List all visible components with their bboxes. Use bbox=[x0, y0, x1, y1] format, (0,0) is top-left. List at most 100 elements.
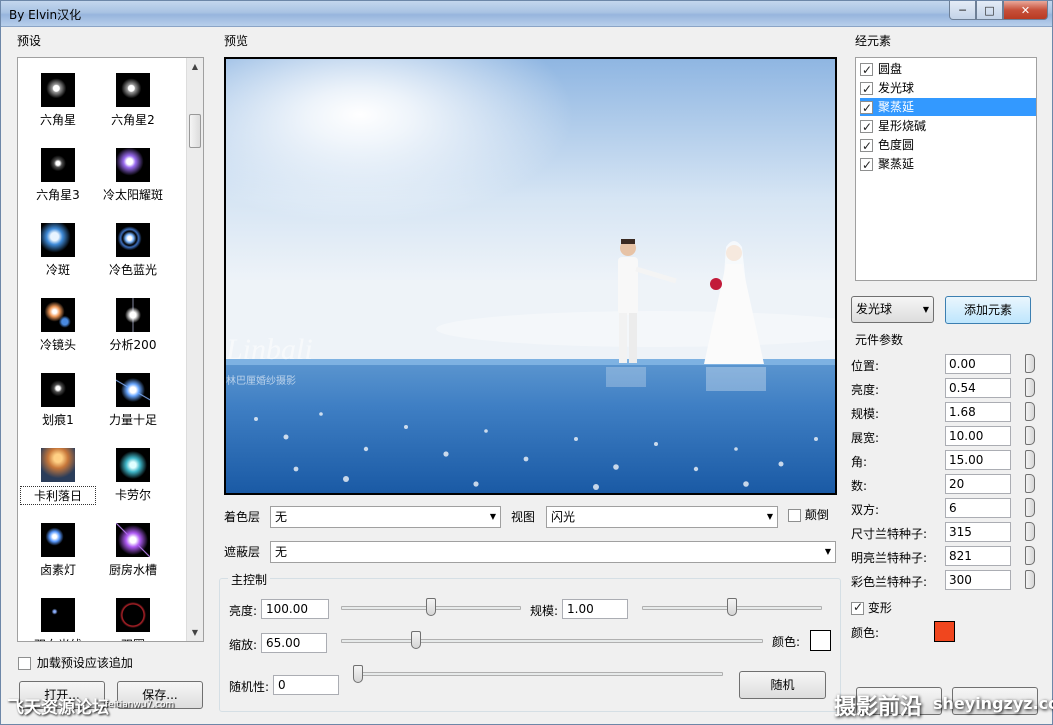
param-input[interactable]: 20 bbox=[945, 474, 1011, 494]
element-checkbox[interactable] bbox=[860, 156, 873, 174]
param-input[interactable]: 821 bbox=[945, 546, 1011, 566]
scroll-thumb[interactable] bbox=[189, 114, 201, 148]
append-preset-checkbox[interactable] bbox=[18, 657, 31, 670]
param-slider-thumb[interactable] bbox=[1025, 426, 1035, 445]
scale-input[interactable]: 1.00 bbox=[562, 599, 628, 619]
preset-label: 六角星 bbox=[39, 113, 76, 127]
zoom-slider-track[interactable] bbox=[341, 639, 763, 643]
random-button[interactable]: 随机 bbox=[739, 671, 826, 699]
preset-item[interactable]: 六角星3 bbox=[20, 133, 96, 203]
element-item[interactable]: 色度圆 bbox=[860, 136, 1036, 155]
close-button[interactable]: ✕ bbox=[1003, 1, 1048, 20]
append-preset-option[interactable]: 加载预设应该追加 bbox=[18, 654, 133, 671]
preview-image[interactable]: Linbali 林巴厘婚纱摄影 bbox=[224, 57, 837, 495]
watermark-left: 飞天资源论坛 bbox=[7, 698, 109, 718]
param-label: 尺寸兰特种子: bbox=[851, 527, 928, 541]
randomness-slider-thumb[interactable] bbox=[353, 665, 363, 683]
param-input[interactable]: 0.54 bbox=[945, 378, 1011, 398]
presets-list[interactable]: 六角星 六角星2 六角星3 冷太阳耀斑 冷斑 冷色蓝光 冷镜头 分析200 划痕1 力量十足 卡利落… bbox=[17, 57, 204, 642]
preset-item[interactable]: 冷镜头 bbox=[20, 283, 96, 353]
preset-item[interactable]: 冷太阳耀斑 bbox=[95, 133, 171, 203]
param-slider-thumb[interactable] bbox=[1025, 378, 1035, 397]
zoom-slider-thumb[interactable] bbox=[411, 631, 422, 649]
param-input[interactable]: 15.00 bbox=[945, 450, 1011, 470]
main-color-swatch[interactable] bbox=[810, 630, 831, 651]
maximize-button[interactable]: □ bbox=[976, 1, 1003, 20]
preset-item[interactable]: 双圈 bbox=[95, 583, 171, 641]
param-slider-thumb[interactable] bbox=[1025, 498, 1035, 517]
scale-slider-thumb[interactable] bbox=[727, 598, 737, 616]
preset-label: 六角星2 bbox=[111, 113, 155, 127]
invert-checkbox[interactable] bbox=[788, 509, 801, 522]
mask-layer-select[interactable]: 无 ▼ bbox=[270, 541, 836, 563]
preset-item[interactable]: 力量十足 bbox=[95, 358, 171, 428]
element-checkbox[interactable] bbox=[860, 137, 873, 155]
element-item[interactable]: 圆盘 bbox=[860, 60, 1036, 79]
element-label: 聚蒸延 bbox=[878, 157, 915, 171]
element-label: 星形烧碱 bbox=[878, 119, 927, 133]
invert-label: 颠倒 bbox=[804, 508, 829, 522]
preset-item[interactable]: 六角星 bbox=[20, 58, 96, 128]
param-label: 亮度: bbox=[851, 383, 880, 397]
element-item[interactable]: 发光球 bbox=[860, 79, 1036, 98]
param-slider-thumb[interactable] bbox=[1025, 402, 1035, 421]
element-item[interactable]: 聚蒸延 bbox=[860, 98, 1036, 117]
scroll-up-icon[interactable]: ▲ bbox=[187, 58, 203, 75]
param-input[interactable]: 315 bbox=[945, 522, 1011, 542]
watermark-left-url: feitianwu7.com bbox=[105, 700, 175, 710]
preset-item[interactable]: 冷色蓝光 bbox=[95, 208, 171, 278]
view-select[interactable]: 闪光 ▼ bbox=[546, 506, 778, 528]
param-slider-thumb[interactable] bbox=[1025, 570, 1035, 589]
element-checkbox[interactable] bbox=[860, 61, 873, 79]
preset-item[interactable]: 六角星2 bbox=[95, 58, 171, 128]
param-row: 规模: 1.68 bbox=[851, 402, 1046, 424]
element-checkbox[interactable] bbox=[860, 118, 873, 136]
element-item[interactable]: 星形烧碱 bbox=[860, 117, 1036, 136]
zoom-input[interactable]: 65.00 bbox=[261, 633, 327, 653]
add-element-button[interactable]: 添加元素 bbox=[945, 296, 1031, 324]
preset-item[interactable]: 双向光线 bbox=[20, 583, 96, 641]
param-row: 明亮兰特种子: 821 bbox=[851, 546, 1046, 568]
param-slider-thumb[interactable] bbox=[1025, 474, 1035, 493]
param-input[interactable]: 300 bbox=[945, 570, 1011, 590]
preset-item[interactable]: 分析200 bbox=[95, 283, 171, 353]
element-checkbox[interactable] bbox=[860, 99, 873, 117]
view-value: 闪光 bbox=[551, 510, 576, 524]
param-slider-thumb[interactable] bbox=[1025, 354, 1035, 373]
brightness-input[interactable]: 100.00 bbox=[261, 599, 329, 619]
param-input[interactable]: 0.00 bbox=[945, 354, 1011, 374]
elements-list[interactable]: 圆盘发光球聚蒸延星形烧碱色度圆聚蒸延 bbox=[855, 57, 1037, 281]
minimize-button[interactable]: ─ bbox=[949, 1, 976, 20]
transform-checkbox[interactable] bbox=[851, 600, 864, 615]
transform-option[interactable]: 变形 bbox=[851, 599, 892, 616]
preset-item[interactable]: 卡劳尔 bbox=[95, 433, 171, 503]
param-input[interactable]: 6 bbox=[945, 498, 1011, 518]
preset-item[interactable]: 卤素灯 bbox=[20, 508, 96, 578]
color-layer-select[interactable]: 无 ▼ bbox=[270, 506, 501, 528]
element-checkbox[interactable] bbox=[860, 80, 873, 98]
param-input[interactable]: 1.68 bbox=[945, 402, 1011, 422]
randomness-slider-track[interactable] bbox=[353, 672, 723, 676]
param-row: 双方: 6 bbox=[851, 498, 1046, 520]
param-slider-thumb[interactable] bbox=[1025, 546, 1035, 565]
preset-item[interactable]: 划痕1 bbox=[20, 358, 96, 428]
params-title: 元件参数 bbox=[855, 333, 904, 347]
preset-item[interactable]: 厨房水槽 bbox=[95, 508, 171, 578]
dropdown-arrow-icon: ▼ bbox=[824, 547, 831, 556]
preset-item[interactable]: 卡利落日 bbox=[20, 433, 96, 505]
presets-scrollbar[interactable]: ▲ ▼ bbox=[186, 58, 203, 641]
param-input[interactable]: 10.00 bbox=[945, 426, 1011, 446]
param-slider-thumb[interactable] bbox=[1025, 450, 1035, 469]
element-item[interactable]: 聚蒸延 bbox=[860, 155, 1036, 174]
brightness-slider-thumb[interactable] bbox=[426, 598, 436, 616]
element-type-select[interactable]: 发光球 ▼ bbox=[851, 296, 934, 323]
preset-label: 冷色蓝光 bbox=[108, 263, 157, 277]
element-label: 圆盘 bbox=[878, 62, 903, 76]
param-slider-thumb[interactable] bbox=[1025, 522, 1035, 541]
preset-item[interactable]: 冷斑 bbox=[20, 208, 96, 278]
randomness-input[interactable]: 0 bbox=[273, 675, 339, 695]
param-label: 明亮兰特种子: bbox=[851, 551, 928, 565]
element-color-swatch[interactable] bbox=[934, 621, 955, 642]
scroll-down-icon[interactable]: ▼ bbox=[187, 624, 203, 641]
invert-option[interactable]: 颠倒 bbox=[788, 506, 829, 523]
